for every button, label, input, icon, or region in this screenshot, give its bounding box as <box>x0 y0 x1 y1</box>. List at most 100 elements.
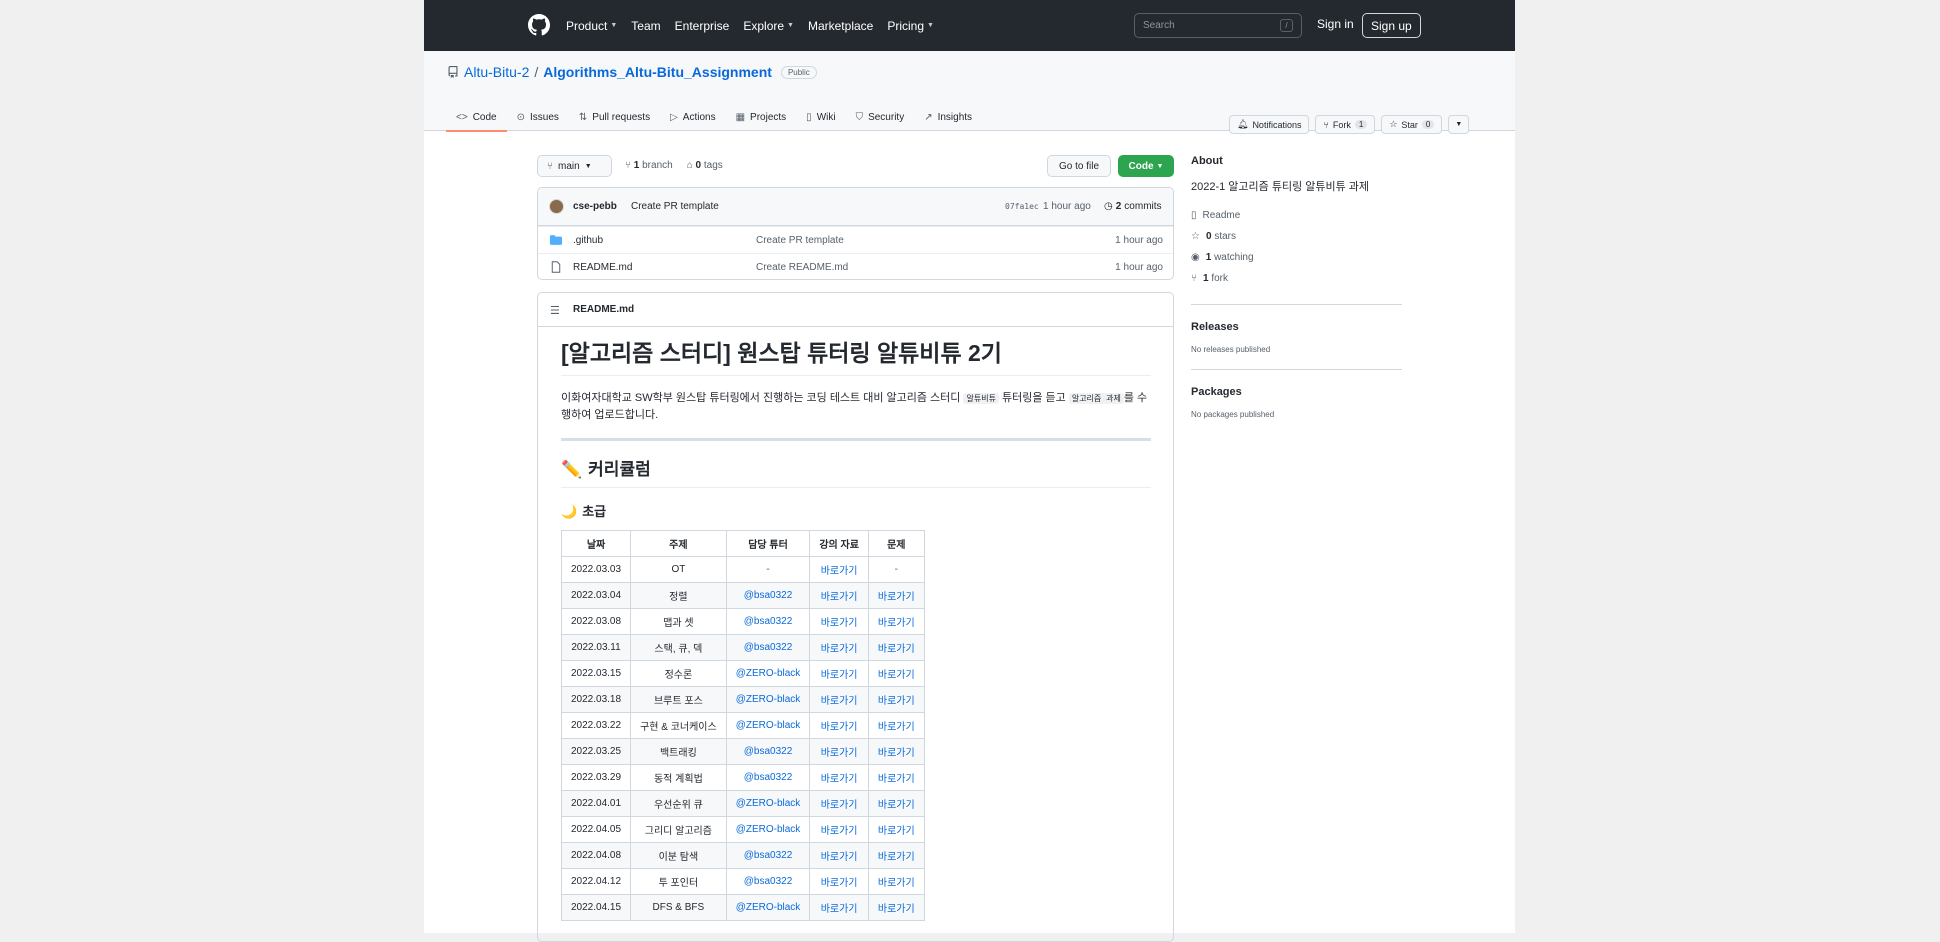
problem-link[interactable]: 바로가기 <box>878 722 915 733</box>
code-dropdown-button[interactable]: Code ▼ <box>1118 155 1174 177</box>
commit-message-link[interactable]: Create PR template <box>631 201 719 212</box>
lecture-link[interactable]: 바로가기 <box>821 800 858 811</box>
tab-security-label: Security <box>868 112 905 123</box>
problem-link[interactable]: 바로가기 <box>878 592 915 603</box>
tab-issues[interactable]: ⊙ Issues <box>507 104 569 131</box>
tab-projects[interactable]: ▦ Projects <box>726 104 797 131</box>
file-name-link[interactable]: .github <box>573 235 603 246</box>
lecture-link[interactable]: 바로가기 <box>821 670 858 681</box>
lecture-link[interactable]: 바로가기 <box>821 696 858 707</box>
file-commit-message[interactable]: Create README.md <box>756 262 848 273</box>
lecture-link[interactable]: 바로가기 <box>821 774 858 785</box>
sign-up-button[interactable]: Sign up <box>1362 13 1421 38</box>
tutor-link[interactable]: @ZERO-black <box>736 824 801 835</box>
table-cell: 스택, 큐, 덱 <box>630 634 727 661</box>
book-icon: ▯ <box>806 112 812 123</box>
readme-filename[interactable]: README.md <box>573 304 634 315</box>
tags-link[interactable]: ⌂ 0 tags <box>687 160 723 171</box>
commits-link[interactable]: ◷ 2 commits <box>1104 201 1162 212</box>
watching-label: watching <box>1214 252 1254 263</box>
star-dropdown-button[interactable]: ▼ <box>1448 115 1470 134</box>
table-cell: @ZERO-black <box>725 894 811 921</box>
table-row: 2022.03.25 백트래킹 @bsa0322 바로가기 바로가기 <box>560 738 925 765</box>
table-cell: 2022.04.15 <box>560 894 632 921</box>
watching-link[interactable]: ◉ 1 watching <box>1191 247 1402 268</box>
lecture-link[interactable]: 바로가기 <box>821 904 858 915</box>
nav-enterprise[interactable]: Enterprise <box>675 19 730 33</box>
problem-link[interactable]: 바로가기 <box>878 774 915 785</box>
repo-name-link[interactable]: Algorithms_Altu-Bitu_Assignment <box>543 64 772 80</box>
lecture-link[interactable]: 바로가기 <box>821 592 858 603</box>
sign-in-link[interactable]: Sign in <box>1317 17 1354 31</box>
lecture-link[interactable]: 바로가기 <box>821 878 858 889</box>
lecture-link[interactable]: 바로가기 <box>821 826 858 837</box>
problem-link[interactable]: 바로가기 <box>878 852 915 863</box>
lecture-link[interactable]: 바로가기 <box>821 644 858 655</box>
star-count: 0 <box>1421 120 1435 129</box>
file-commit-message[interactable]: Create PR template <box>756 235 844 246</box>
forks-link[interactable]: ⑂ 1 fork <box>1191 268 1402 289</box>
fork-button[interactable]: ⑂ Fork 1 <box>1315 115 1376 134</box>
notifications-button[interactable]: 🔔︎ Notifications <box>1229 115 1310 134</box>
lecture-link[interactable]: 바로가기 <box>821 852 858 863</box>
releases-heading[interactable]: Releases <box>1191 321 1402 333</box>
lecture-link[interactable]: 바로가기 <box>821 566 858 577</box>
tab-pull-requests[interactable]: ⇅ Pull requests <box>569 104 660 131</box>
search-input[interactable]: Search / <box>1134 13 1302 38</box>
file-name-link[interactable]: README.md <box>573 262 632 273</box>
chevron-down-icon: ▼ <box>584 162 592 170</box>
star-icon: ☆ <box>1191 231 1200 242</box>
tutor-link[interactable]: @bsa0322 <box>744 772 793 783</box>
star-button[interactable]: ☆ Star 0 <box>1381 115 1443 134</box>
lecture-link[interactable]: 바로가기 <box>821 722 858 733</box>
nav-product[interactable]: Product ▼ <box>566 19 617 33</box>
tutor-link[interactable]: @ZERO-black <box>736 720 801 731</box>
file-row[interactable]: README.md Create README.md 1 hour ago <box>538 253 1173 279</box>
tab-actions[interactable]: ▷ Actions <box>660 104 726 131</box>
tutor-link[interactable]: @bsa0322 <box>744 746 793 757</box>
tab-code[interactable]: <> Code <box>446 104 507 132</box>
nav-pricing[interactable]: Pricing ▼ <box>887 19 934 33</box>
problem-link[interactable]: 바로가기 <box>878 644 915 655</box>
table-cell: 2022.03.15 <box>560 660 632 687</box>
problem-link[interactable]: 바로가기 <box>878 826 915 837</box>
list-icon[interactable]: ☰ <box>550 304 560 317</box>
tutor-link[interactable]: @bsa0322 <box>744 590 793 601</box>
lecture-link[interactable]: 바로가기 <box>821 618 858 629</box>
stars-link[interactable]: ☆ 0 stars <box>1191 226 1402 247</box>
branch-select-button[interactable]: ⑂ main ▼ <box>537 155 612 177</box>
tutor-link[interactable]: @bsa0322 <box>744 876 793 887</box>
tab-wiki[interactable]: ▯ Wiki <box>796 104 845 131</box>
nav-marketplace[interactable]: Marketplace <box>808 19 873 33</box>
tutor-link[interactable]: @bsa0322 <box>744 850 793 861</box>
tutor-link[interactable]: @bsa0322 <box>744 616 793 627</box>
problem-link[interactable]: 바로가기 <box>878 696 915 707</box>
problem-link[interactable]: 바로가기 <box>878 800 915 811</box>
tutor-link[interactable]: @ZERO-black <box>736 694 801 705</box>
commit-author-link[interactable]: cse-pebb <box>573 201 617 212</box>
github-logo-icon[interactable] <box>528 14 550 36</box>
tab-security[interactable]: ⛉ Security <box>846 104 915 131</box>
problem-link[interactable]: 바로가기 <box>878 904 915 915</box>
problem-link[interactable]: 바로가기 <box>878 618 915 629</box>
tutor-link[interactable]: @ZERO-black <box>736 902 801 913</box>
tab-insights[interactable]: ↗ Insights <box>914 104 982 131</box>
avatar[interactable] <box>549 199 564 214</box>
repo-owner-link[interactable]: Altu-Bitu-2 <box>464 64 529 80</box>
table-cell: 2022.03.22 <box>560 712 632 739</box>
problem-link[interactable]: 바로가기 <box>878 748 915 759</box>
nav-team[interactable]: Team <box>631 19 660 33</box>
commit-hash-link[interactable]: 07fa1ec <box>1005 202 1039 211</box>
branches-link[interactable]: ⑂ 1 branch <box>625 160 673 171</box>
tutor-link[interactable]: @ZERO-black <box>736 668 801 679</box>
readme-link[interactable]: ▯ Readme <box>1191 205 1402 226</box>
file-row[interactable]: .github Create PR template 1 hour ago <box>538 226 1173 253</box>
tutor-link[interactable]: @bsa0322 <box>744 642 793 653</box>
problem-link[interactable]: 바로가기 <box>878 670 915 681</box>
nav-explore[interactable]: Explore ▼ <box>743 19 794 33</box>
problem-link[interactable]: 바로가기 <box>878 878 915 889</box>
go-to-file-button[interactable]: Go to file <box>1047 155 1112 177</box>
tutor-link[interactable]: @ZERO-black <box>736 798 801 809</box>
packages-heading[interactable]: Packages <box>1191 386 1402 398</box>
lecture-link[interactable]: 바로가기 <box>821 748 858 759</box>
